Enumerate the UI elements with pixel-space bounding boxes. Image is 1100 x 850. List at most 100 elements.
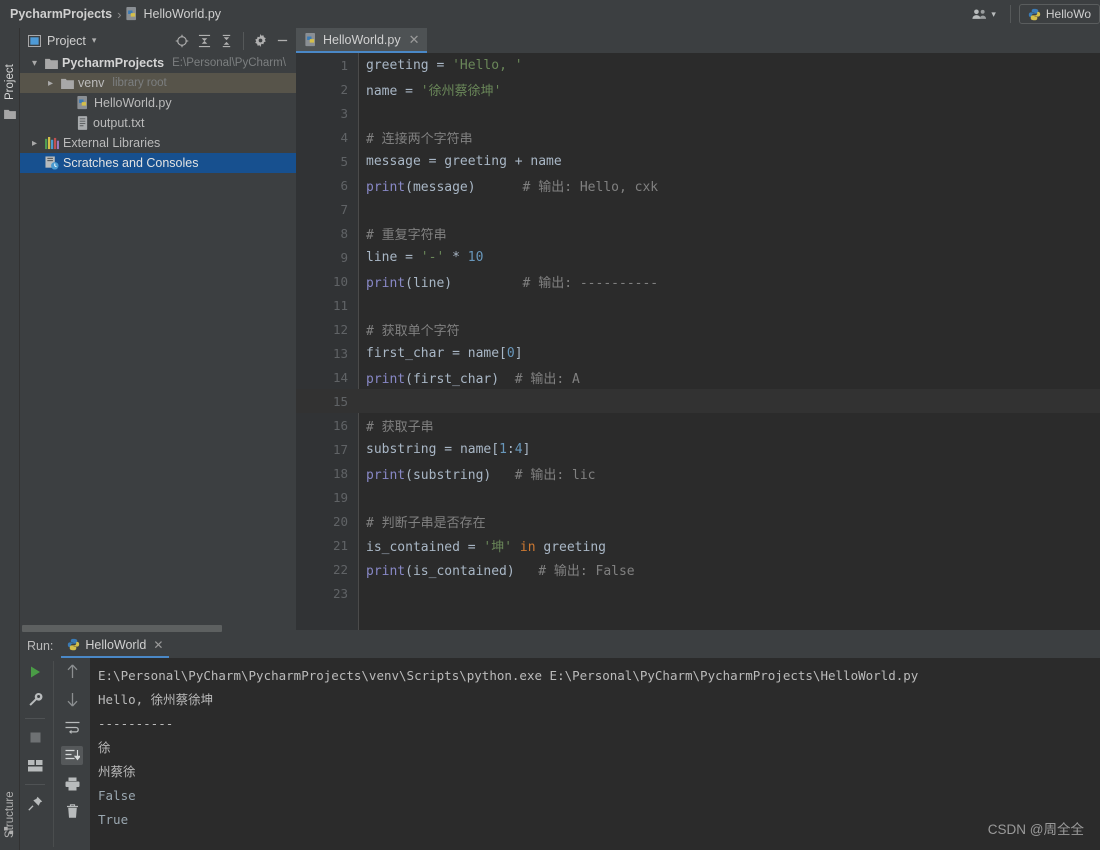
run-panel-label: Run: [27, 638, 54, 653]
code-line[interactable]: 2 name = '徐州蔡徐坤' [296, 77, 1100, 101]
chevron-down-icon[interactable]: ▾ [92, 35, 97, 46]
print-icon[interactable] [61, 774, 83, 793]
line-number: 9 [340, 249, 348, 265]
code-line[interactable]: 23 [296, 581, 1100, 605]
line-content: # 获取子串 [358, 416, 434, 435]
tree-item-output-txt[interactable]: output.txt [20, 113, 296, 133]
code-editor[interactable]: 1 greeting = 'Hello, ' 2 name = '徐州蔡徐坤' 3 4 # … [296, 53, 1100, 630]
collapse-all-icon[interactable] [220, 34, 233, 48]
code-line[interactable]: 8 # 重复字符串 [296, 221, 1100, 245]
token-cmt: # 输出: ---------- [452, 275, 659, 291]
code-line[interactable]: 18 print(substring) # 输出: lic [296, 461, 1100, 485]
token-cmt: # 获取单个字符 [366, 323, 460, 339]
code-line[interactable]: 14 print(first_char) # 输出: A [296, 365, 1100, 389]
line-number: 15 [332, 393, 348, 409]
rerun-icon[interactable] [24, 662, 46, 681]
down-arrow-icon[interactable] [61, 690, 83, 709]
breadcrumb-project[interactable]: PycharmProjects [10, 7, 112, 21]
code-line[interactable]: 9 line = '-' * 10 [296, 245, 1100, 269]
project-panel-header: Project ▾ [20, 28, 296, 53]
trash-icon[interactable] [61, 802, 83, 821]
line-content: is_contained = '坤' in greeting [358, 536, 606, 555]
code-line[interactable]: 19 [296, 485, 1100, 509]
chevron-right-icon[interactable]: ▸ [28, 138, 41, 149]
token-op: = [405, 249, 421, 265]
tool-window-button-bookmarks[interactable]: arks [0, 840, 20, 850]
run-configuration-selector[interactable]: HelloWo [1018, 4, 1100, 24]
run-console-output[interactable]: E:\Personal\PyCharm\PycharmProjects\venv… [90, 658, 1100, 850]
code-line[interactable]: 10 print(line) # 输出: ---------- [296, 269, 1100, 293]
line-content: print(line) # 输出: ---------- [358, 272, 658, 291]
python-file-icon [305, 32, 318, 47]
code-line[interactable]: 13 first_char = name[0] [296, 341, 1100, 365]
code-line[interactable]: 3 [296, 101, 1100, 125]
tree-item-venv[interactable]: ▸ venv library root [20, 73, 296, 93]
line-number: 20 [332, 513, 348, 529]
editor-tab-strip: HelloWorld.py ✕ [296, 28, 1100, 53]
tree-item-external-libraries[interactable]: ▸ External Libraries [20, 133, 296, 153]
breadcrumb-bar: PycharmProjects › HelloWorld.py ▾ HelloW… [0, 0, 1100, 28]
line-number: 16 [332, 417, 348, 433]
chevron-down-icon[interactable]: ▾ [28, 58, 41, 69]
token-id: first_char [366, 345, 453, 361]
expand-all-icon[interactable] [198, 34, 211, 48]
code-line[interactable]: 11 [296, 293, 1100, 317]
code-line[interactable]: 4 # 连接两个字符串 [296, 125, 1100, 149]
breadcrumb-file[interactable]: HelloWorld.py [143, 7, 221, 21]
token-id: message [366, 153, 429, 169]
locate-icon[interactable] [175, 34, 189, 48]
tool-window-button-project[interactable]: Project [0, 30, 20, 100]
close-icon[interactable]: ✕ [153, 638, 163, 652]
tree-item-label: PycharmProjects [62, 56, 165, 70]
code-line[interactable]: 1 greeting = 'Hello, ' [296, 53, 1100, 77]
tree-item-detail: library root [112, 77, 167, 89]
token-fn: print [366, 179, 406, 195]
token-str: 'Hello, ' [452, 57, 523, 73]
people-icon[interactable]: ▾ [966, 8, 1002, 20]
editor-tab-helloworld[interactable]: HelloWorld.py ✕ [296, 28, 428, 53]
editor-area: HelloWorld.py ✕ 1 greeting = 'Hello, ' 2 na… [296, 28, 1100, 630]
tree-item-pycharmprojects[interactable]: ▾ PycharmProjects E:\Personal\PyCharm\ [20, 53, 296, 73]
chevron-right-icon[interactable]: ▸ [44, 78, 57, 89]
wrench-icon[interactable] [24, 690, 46, 709]
run-tab-helloworld[interactable]: HelloWorld ✕ [61, 633, 170, 658]
code-line[interactable]: 7 [296, 197, 1100, 221]
line-content: print(is_contained) # 输出: False [358, 560, 635, 579]
toolbar-column-divider [53, 661, 54, 847]
code-line[interactable]: 22 print(is_contained) # 输出: False [296, 557, 1100, 581]
code-line[interactable]: 21 is_contained = '坤' in greeting [296, 533, 1100, 557]
minimize-icon[interactable] [276, 34, 289, 47]
tree-item-label: HelloWorld.py [94, 96, 172, 110]
code-line[interactable]: 12 # 获取单个字符 [296, 317, 1100, 341]
token-id: name [366, 83, 406, 99]
console-line: True [98, 812, 129, 827]
code-line[interactable]: 16 # 获取子串 [296, 413, 1100, 437]
tree-item-scratches-and-consoles[interactable]: Scratches and Consoles [20, 153, 296, 173]
settings-gear-icon[interactable] [254, 34, 267, 47]
stop-icon[interactable] [24, 728, 46, 747]
scroll-to-end-icon[interactable] [61, 746, 83, 765]
token-id: greeting + name [444, 153, 562, 169]
code-line[interactable]: 17 substring = name[1:4] [296, 437, 1100, 461]
project-tree-hscroll-thumb[interactable] [22, 625, 222, 632]
code-line[interactable]: 5 message = greeting + name [296, 149, 1100, 173]
code-line[interactable]: 15 [296, 389, 1100, 413]
soft-wrap-icon[interactable] [61, 718, 83, 737]
project-tree[interactable]: ▾ PycharmProjects E:\Personal\PyCharm\ ▸ ven… [20, 53, 296, 613]
token-op: = [444, 441, 460, 457]
token-fn: print [366, 371, 406, 387]
pin-icon[interactable] [24, 794, 46, 813]
up-arrow-icon[interactable] [61, 662, 83, 681]
token-op: * [452, 249, 468, 265]
code-line[interactable]: 6 print(message) # 输出: Hello, cxk [296, 173, 1100, 197]
line-number: 1 [340, 57, 348, 73]
line-number: 14 [332, 369, 348, 385]
line-content: # 判断子串是否存在 [358, 512, 486, 531]
run-tool-window: Run: HelloWorld ✕ E:\Personal\PyCharm\Py… [20, 633, 1100, 850]
tree-item-helloworld-py[interactable]: HelloWorld.py [20, 93, 296, 113]
line-content: print(first_char) # 输出: A [358, 368, 580, 387]
token-op: = [467, 539, 484, 555]
close-icon[interactable]: ✕ [409, 32, 420, 48]
layout-icon[interactable] [24, 756, 46, 775]
code-line[interactable]: 20 # 判断子串是否存在 [296, 509, 1100, 533]
